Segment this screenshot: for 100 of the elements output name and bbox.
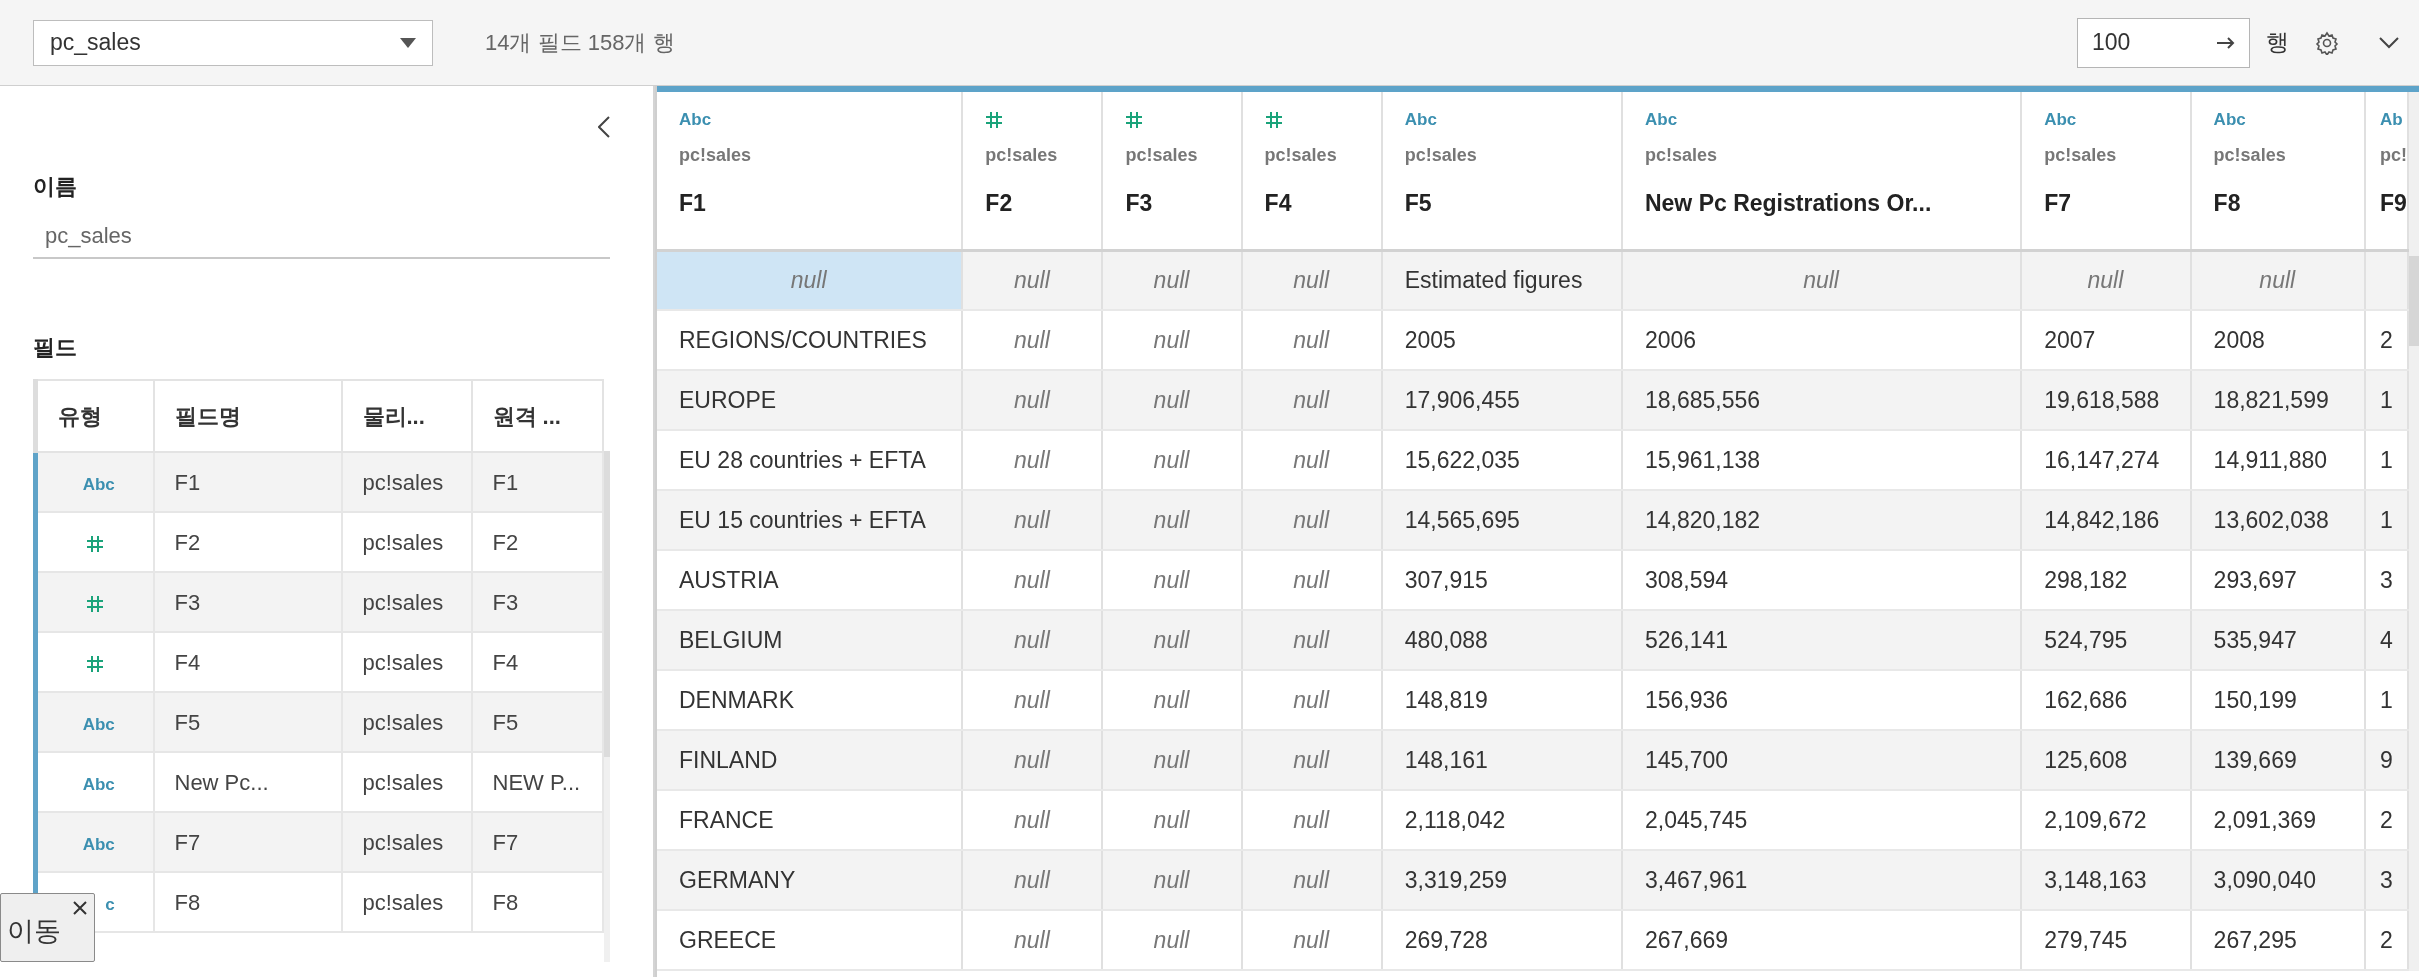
table-cell: null [1241,490,1382,550]
source-label: pc!sales [1404,145,1477,165]
column-header[interactable]: 유형 [35,380,154,452]
column-header[interactable]: Abc pc!sales New Pc Registrations Or... [1621,92,2022,250]
table-cell: 3,467,961 [1621,850,2022,910]
column-header[interactable]: 물리... [341,380,472,452]
table-cell: null [1102,490,1242,550]
data-type-label: Abc [82,774,115,794]
table-cell: null [1621,250,2022,310]
table-cell: F3 [471,572,603,632]
table-cell: 267,295 [2190,910,2365,970]
table-cell: 14,820,182 [1621,490,2022,550]
table-cell: null [962,250,1103,310]
table-cell: null [962,610,1103,670]
name-label: 이름 [33,174,77,199]
column-header[interactable]: Abc pc!sales F7 [2021,92,2191,250]
table-cell: 9 [2364,730,2408,790]
rows-label: 행 [2266,28,2289,58]
data-type-label: Abc [82,834,115,854]
table-cell: F5 [471,692,603,752]
table-cell: null [1241,610,1382,670]
column-header[interactable]: 원격 ... [471,380,603,452]
data-type-label: c [105,894,115,914]
source-label: pc! [2379,145,2406,165]
table-cell: null [962,370,1103,430]
table-cell: 269,728 [1381,910,1622,970]
scrollbar[interactable] [603,451,610,962]
source-label: pc!sales [1125,145,1198,165]
table-cell: 1 [2364,370,2408,430]
table-cell: null [1241,910,1382,970]
column-header[interactable]: Abc pc!sales F1 [657,92,963,250]
table-cell: F5 [153,692,342,752]
table-cell: null [1102,730,1242,790]
table-cell: F1 [471,452,603,512]
table-cell: F3 [153,572,342,632]
data-type-label: Abc [1404,109,1437,132]
column-name: F9 [2379,190,2406,216]
hash-icon [985,111,1004,129]
table-cell: null [1102,910,1242,970]
close-icon[interactable] [72,900,88,916]
table-cell: 3,148,163 [2021,850,2191,910]
table-cell: 524,795 [2021,610,2191,670]
table-cell: null [1102,850,1242,910]
hash-icon [85,654,104,673]
data-source-dropdown[interactable]: pc_sales [33,19,433,66]
source-label: pc!sales [2213,145,2286,165]
column-header[interactable]: pc!sales F2 [962,92,1103,250]
column-header[interactable]: pc!sales F3 [1102,92,1242,250]
table-cell: 3,090,040 [2190,850,2365,910]
table-cell: 19,618,588 [2021,370,2191,430]
fields-label: 필드 [33,335,77,360]
table-cell: 145,700 [1621,730,2022,790]
table-cell: 535,947 [2190,610,2365,670]
settings-icon[interactable] [2315,30,2339,55]
table-cell: 139,669 [2190,730,2365,790]
table-cell: BELGIUM [657,610,963,670]
hash-icon [85,534,104,553]
table-cell: 3 [2364,850,2408,910]
table-cell: null [1102,250,1242,310]
table-cell: 4 [2364,610,2408,670]
table-cell: F8 [471,872,603,932]
table-cell: F8 [153,872,342,932]
column-name: F7 [2044,190,2072,216]
source-label: pc!sales [985,145,1058,165]
column-header[interactable]: Abc pc!sales F5 [1381,92,1622,250]
table-cell: F7 [471,812,603,872]
column-name: F3 [1125,190,1153,216]
column-header[interactable]: Ab pc! F9 [2364,92,2408,250]
collapse-icon[interactable] [598,116,610,138]
column-name: New Pc Registrations Or... [1644,190,1932,216]
table-cell: pc!sales [341,872,472,932]
chevron-down-icon[interactable] [2379,36,2399,49]
data-type-label: Abc [2213,109,2246,132]
row-limit-field[interactable]: 100 [2077,17,2250,68]
source-label: pc!sales [679,145,752,165]
column-header[interactable]: pc!sales F4 [1241,92,1382,250]
hash-icon [1125,111,1144,129]
data-type-label: Abc [2044,109,2077,132]
table-cell: null [2021,250,2191,310]
table-cell: null [962,730,1103,790]
data-type-label: Abc [1644,109,1678,132]
table-cell: F1 [153,452,342,512]
column-header[interactable]: Abc pc!sales F8 [2190,92,2365,250]
table-cell: null [962,910,1103,970]
table-cell: null [1241,370,1382,430]
tooltip-text: 이동 [7,914,61,948]
scrollbar[interactable] [2409,92,2419,971]
table-cell: GERMANY [657,850,963,910]
table-cell: 480,088 [1381,610,1622,670]
source-label: pc!sales [1644,145,1717,165]
column-name: F1 [679,190,706,216]
name-field[interactable]: pc_sales [33,213,610,259]
column-name: F4 [1264,190,1292,216]
caret-icon [400,37,416,48]
arrow-right-icon [2217,36,2235,49]
data-type-label: Abc [679,109,712,132]
table-cell: null [1241,730,1382,790]
column-header[interactable]: 필드명 [153,380,342,452]
table-cell: null [1241,250,1382,310]
table-cell: EUROPE [657,370,963,430]
